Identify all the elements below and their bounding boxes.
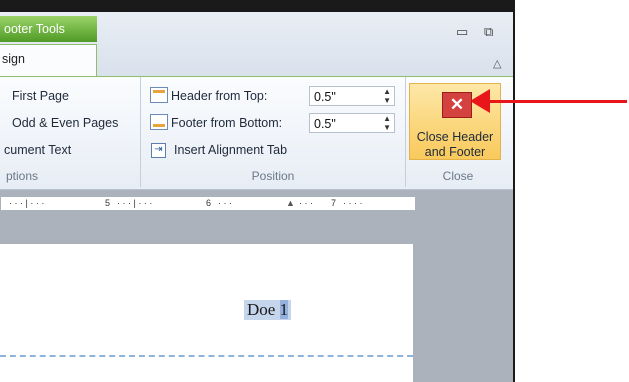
close-header-footer-label: Close Header and Footer bbox=[410, 130, 500, 160]
footer-from-bottom-label: Footer from Bottom: bbox=[171, 116, 283, 130]
top-border bbox=[0, 0, 513, 12]
ruler-ticks: · · · | · · · bbox=[117, 198, 153, 208]
footer-position-icon bbox=[150, 114, 168, 130]
spinner-arrows-icon[interactable]: ▲ ▼ bbox=[383, 114, 391, 132]
close-label-line1: Close Header bbox=[416, 130, 494, 144]
footer-from-bottom-input[interactable]: 0.5" ▲ ▼ bbox=[309, 113, 395, 133]
first-page-option[interactable]: First Page bbox=[12, 89, 69, 103]
ruler-ticks: · · · bbox=[218, 198, 232, 208]
annotation-arrow-shaft bbox=[487, 100, 627, 103]
insert-alignment-tab-button[interactable]: Insert Alignment Tab bbox=[174, 143, 287, 157]
page-number-field[interactable]: 1 bbox=[279, 300, 289, 319]
ruler-mark-6: 6 bbox=[206, 198, 212, 208]
position-group: Header from Top: 0.5" ▲ ▼ Footer from Bot… bbox=[141, 77, 406, 187]
spinner-arrows-icon[interactable]: ▲ ▼ bbox=[383, 87, 391, 105]
ruler-ticks: · · · · bbox=[343, 198, 363, 208]
header-position-icon bbox=[150, 87, 168, 103]
header-text[interactable]: Doe 1 bbox=[244, 300, 292, 320]
header-from-top-input[interactable]: 0.5" ▲ ▼ bbox=[309, 86, 395, 106]
minimize-ribbon-icon[interactable]: ▭ bbox=[456, 24, 468, 40]
close-label-line2: and Footer bbox=[424, 145, 486, 159]
horizontal-ruler[interactable]: · · · | · · · 5 · · · | · · · 6 · · · ▲ … bbox=[0, 196, 416, 211]
ruler-mark-5: 5 bbox=[105, 198, 111, 208]
options-group-label: ptions bbox=[6, 169, 39, 183]
word-window: ooter Tools sign ▭ ⧉ △ First Page Odd & … bbox=[0, 0, 515, 382]
odd-even-pages-option[interactable]: Odd & Even Pages bbox=[12, 116, 118, 130]
collapse-ribbon-icon[interactable]: △ bbox=[493, 57, 501, 70]
header-from-top-value: 0.5" bbox=[314, 90, 336, 104]
header-name: Doe bbox=[247, 300, 276, 319]
ruler-ticks: · · · bbox=[299, 198, 313, 208]
options-group: First Page Odd & Even Pages cument Text … bbox=[0, 77, 141, 187]
tab-design[interactable]: sign bbox=[0, 44, 97, 78]
right-tab-stop-icon[interactable]: ▲ bbox=[286, 198, 295, 208]
document-page[interactable] bbox=[0, 244, 413, 382]
footer-from-bottom-value: 0.5" bbox=[314, 117, 336, 131]
header-boundary-line bbox=[0, 355, 413, 357]
show-document-text-option[interactable]: cument Text bbox=[4, 143, 71, 157]
ribbon-panel: First Page Odd & Even Pages cument Text … bbox=[0, 76, 513, 190]
restore-window-icon[interactable]: ⧉ bbox=[484, 24, 493, 40]
header-from-top-label: Header from Top: bbox=[171, 89, 268, 103]
close-group-label: Close bbox=[442, 169, 474, 183]
header-footer-tools-context-tab[interactable]: ooter Tools bbox=[0, 16, 97, 42]
ruler-ticks: · · · | · · · bbox=[9, 198, 45, 208]
close-x-icon: ✕ bbox=[442, 92, 472, 118]
ruler-mark-7: 7 bbox=[331, 198, 337, 208]
annotation-arrow-head bbox=[470, 89, 490, 113]
insert-alignment-tab-icon: ⇥ bbox=[151, 143, 166, 158]
position-group-label: Position bbox=[251, 169, 295, 183]
